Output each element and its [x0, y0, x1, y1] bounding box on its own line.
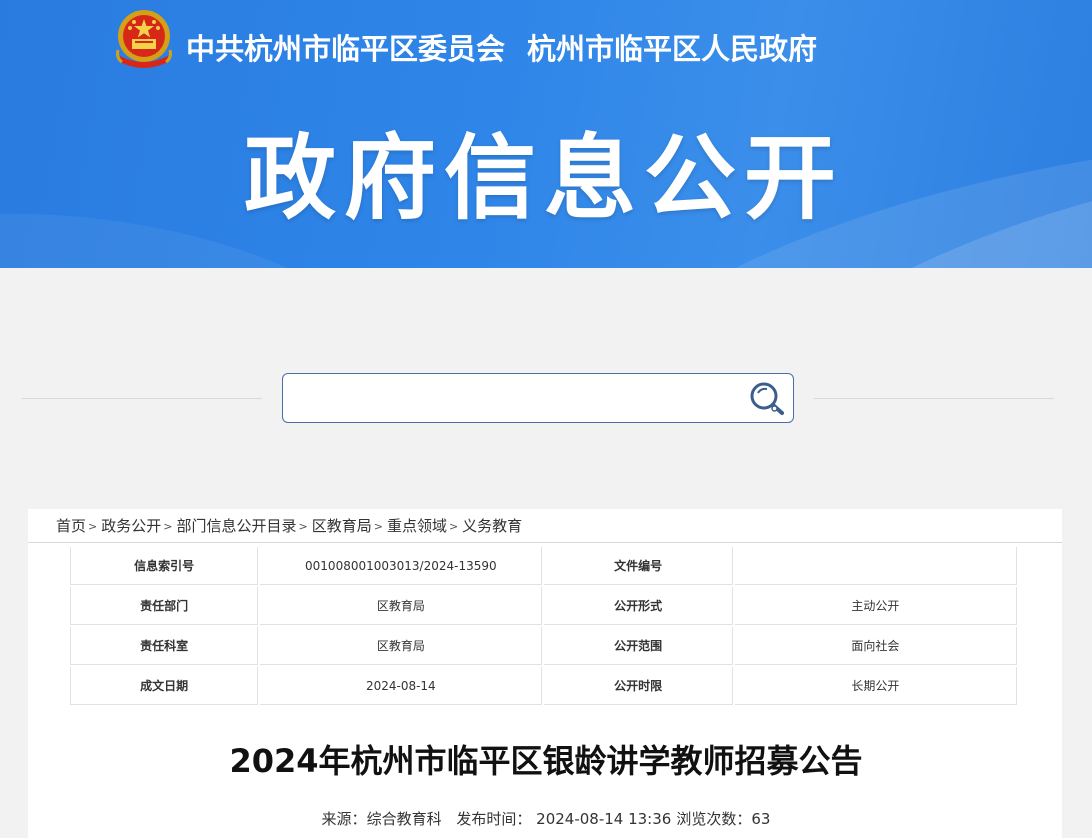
search-box	[282, 373, 794, 423]
search-input[interactable]	[293, 374, 743, 420]
breadcrumb-compulsory-education[interactable]: 义务教育	[462, 515, 522, 536]
table-row: 责任部门 区教育局 公开形式 主动公开	[70, 587, 1017, 625]
breadcrumb: 首页 > 政务公开 > 部门信息公开目录 > 区教育局 > 重点领域 > 义务教育	[28, 509, 1062, 543]
publish-time-value: 2024-08-14 13:36	[536, 810, 672, 828]
publish-time: 发布时间： 2024-08-14 13:36	[456, 810, 672, 828]
breadcrumb-home[interactable]: 首页	[56, 515, 86, 536]
breadcrumb-key-areas[interactable]: 重点领域	[387, 515, 447, 536]
breadcrumb-dept-catalog[interactable]: 部门信息公开目录	[176, 515, 296, 536]
breadcrumb-separator: >	[163, 520, 173, 533]
info-label: 信息索引号	[70, 547, 259, 585]
divider	[814, 398, 1054, 399]
info-label: 公开形式	[544, 587, 733, 625]
view-count: 浏览次数：63	[676, 810, 771, 828]
table-row: 成文日期 2024-08-14 公开时限 长期公开	[70, 667, 1017, 705]
table-row: 信息索引号 001008001003013/2024-13590 文件编号	[70, 547, 1017, 585]
source-value: 综合教育科	[366, 810, 442, 828]
government-name: 杭州市临平区人民政府	[527, 32, 818, 66]
breadcrumb-education-bureau[interactable]: 区教育局	[312, 515, 372, 536]
info-value: 2024-08-14	[260, 667, 543, 705]
info-label: 公开时限	[544, 667, 733, 705]
breadcrumb-separator: >	[448, 520, 459, 533]
info-value: 区教育局	[260, 587, 543, 625]
info-label: 责任科室	[70, 627, 259, 665]
info-table: 信息索引号 001008001003013/2024-13590 文件编号 责任…	[68, 545, 1019, 707]
info-label: 文件编号	[544, 547, 733, 585]
party-committee-name: 中共杭州市临平区委员会	[186, 32, 506, 66]
divider	[22, 398, 262, 399]
organization-title: 中共杭州市临平区委员会 杭州市临平区人民政府	[186, 26, 839, 68]
view-count-value: 63	[751, 810, 771, 828]
breadcrumb-separator: >	[88, 520, 98, 533]
info-label: 成文日期	[70, 667, 259, 705]
info-value: 长期公开	[734, 667, 1017, 705]
breadcrumb-separator: >	[298, 520, 308, 533]
info-value	[734, 547, 1017, 585]
table-row: 责任科室 区教育局 公开范围 面向社会	[70, 627, 1017, 665]
national-emblem-icon	[116, 10, 172, 68]
search-icon[interactable]	[747, 380, 787, 418]
info-value: 001008001003013/2024-13590	[260, 547, 543, 585]
info-value: 区教育局	[260, 627, 543, 665]
info-value: 面向社会	[734, 627, 1017, 665]
breadcrumb-gov-affairs[interactable]: 政务公开	[101, 515, 161, 536]
info-label: 公开范围	[544, 627, 733, 665]
breadcrumb-separator: >	[373, 520, 383, 533]
header-banner: 中共杭州市临平区委员会 杭州市临平区人民政府 政府信息公开	[0, 0, 1092, 268]
article-meta: 来源：综合教育科 发布时间： 2024-08-14 13:36 浏览次数：63	[0, 808, 1092, 829]
info-value: 主动公开	[734, 587, 1017, 625]
article-title: 2024年杭州市临平区银龄讲学教师招募公告	[229, 742, 863, 780]
info-label: 责任部门	[70, 587, 259, 625]
section-title: 政府信息公开	[244, 125, 845, 232]
source-label: 来源：综合教育科	[321, 810, 442, 828]
